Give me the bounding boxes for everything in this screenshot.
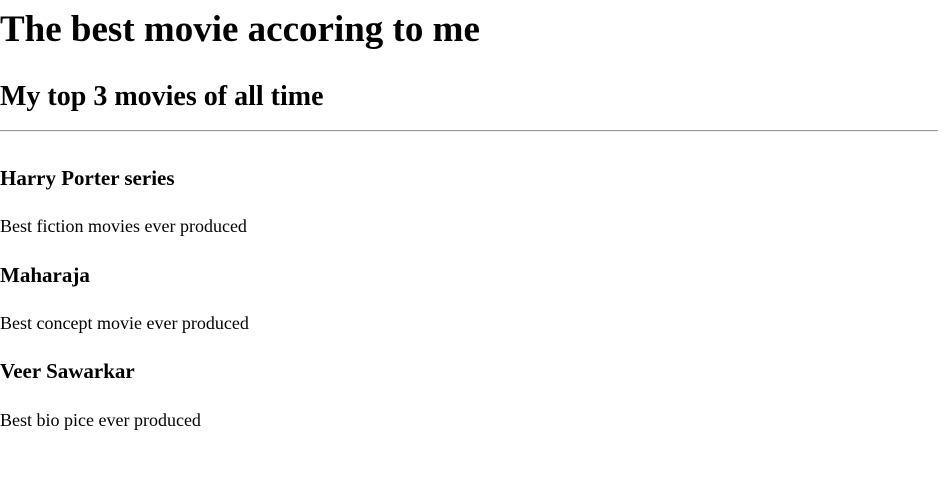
- movie-title-3: Veer Sawarkar: [0, 359, 135, 383]
- page: The best movie accoring to me My top 3 m…: [0, 0, 942, 487]
- movie-description-1: Best fiction movies ever produced: [0, 216, 247, 236]
- movie-description-2: Best concept movie ever produced: [0, 313, 249, 333]
- movie-title-1: Harry Porter series: [0, 166, 175, 190]
- page-title: The best movie accoring to me: [0, 9, 480, 50]
- movie-title-2: Maharaja: [0, 263, 90, 287]
- movie-description-3: Best bio pice ever produced: [0, 410, 201, 430]
- page-subtitle: My top 3 movies of all time: [0, 81, 324, 112]
- horizontal-divider: [0, 130, 938, 132]
